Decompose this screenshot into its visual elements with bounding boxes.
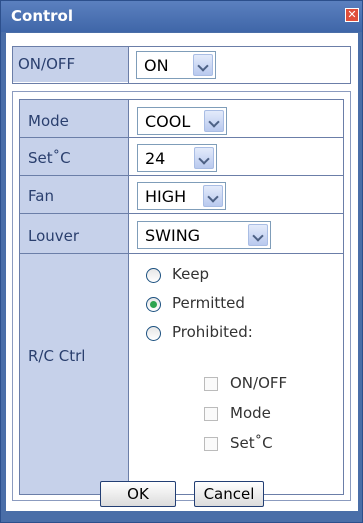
mode-value: COOL (145, 112, 191, 131)
setpoint-label: Set˚C (28, 149, 71, 167)
column-divider (128, 100, 129, 494)
radio-prohibited[interactable] (146, 326, 161, 341)
chevron-down-icon[interactable] (248, 224, 268, 246)
mode-label: Mode (28, 112, 69, 130)
checkbox-mode[interactable] (204, 407, 218, 421)
checkbox-setpoint-label: Set˚C (230, 434, 273, 452)
radio-prohibited-label: Prohibited: (172, 323, 253, 341)
dialog-body: ON/OFF ON Mode COOL Set˚C 24 Fan HIGH Lo… (6, 33, 358, 511)
setpoint-value: 24 (145, 149, 166, 168)
fan-select[interactable]: HIGH (137, 182, 226, 210)
row-divider (20, 253, 343, 254)
chevron-down-icon[interactable] (203, 185, 223, 207)
control-dialog: Control ✕ ON/OFF ON Mode COOL Set˚C 24 F… (0, 0, 363, 523)
onoff-label: ON/OFF (18, 55, 76, 73)
checkbox-onoff[interactable] (204, 377, 218, 391)
setpoint-select[interactable]: 24 (137, 144, 217, 172)
louver-label: Louver (28, 227, 80, 245)
dialog-title: Control (11, 7, 74, 25)
fan-label: Fan (28, 187, 54, 205)
radio-keep[interactable] (146, 268, 161, 283)
radio-permitted[interactable] (146, 297, 161, 312)
checkbox-setpoint[interactable] (204, 437, 218, 451)
chevron-down-icon[interactable] (194, 147, 214, 169)
title-bar: Control ✕ (1, 1, 362, 32)
radio-keep-label: Keep (172, 265, 210, 283)
onoff-value: ON (144, 56, 169, 75)
checkbox-onoff-label: ON/OFF (230, 374, 288, 392)
fan-value: HIGH (145, 187, 187, 206)
close-icon[interactable]: ✕ (345, 8, 359, 22)
cancel-button[interactable]: Cancel (194, 481, 264, 507)
chevron-down-icon[interactable] (193, 54, 213, 76)
chevron-down-icon[interactable] (204, 110, 224, 132)
mode-select[interactable]: COOL (137, 107, 227, 135)
row-divider (20, 175, 343, 176)
row-divider (20, 213, 343, 214)
louver-value: SWING (145, 226, 201, 245)
ok-button[interactable]: OK (100, 481, 176, 507)
radio-permitted-label: Permitted (172, 294, 245, 312)
divider (128, 46, 129, 84)
onoff-select[interactable]: ON (136, 51, 216, 79)
rc-ctrl-label: R/C Ctrl (28, 347, 86, 365)
checkbox-mode-label: Mode (230, 404, 271, 422)
row-divider (20, 137, 343, 138)
louver-select[interactable]: SWING (137, 221, 271, 249)
